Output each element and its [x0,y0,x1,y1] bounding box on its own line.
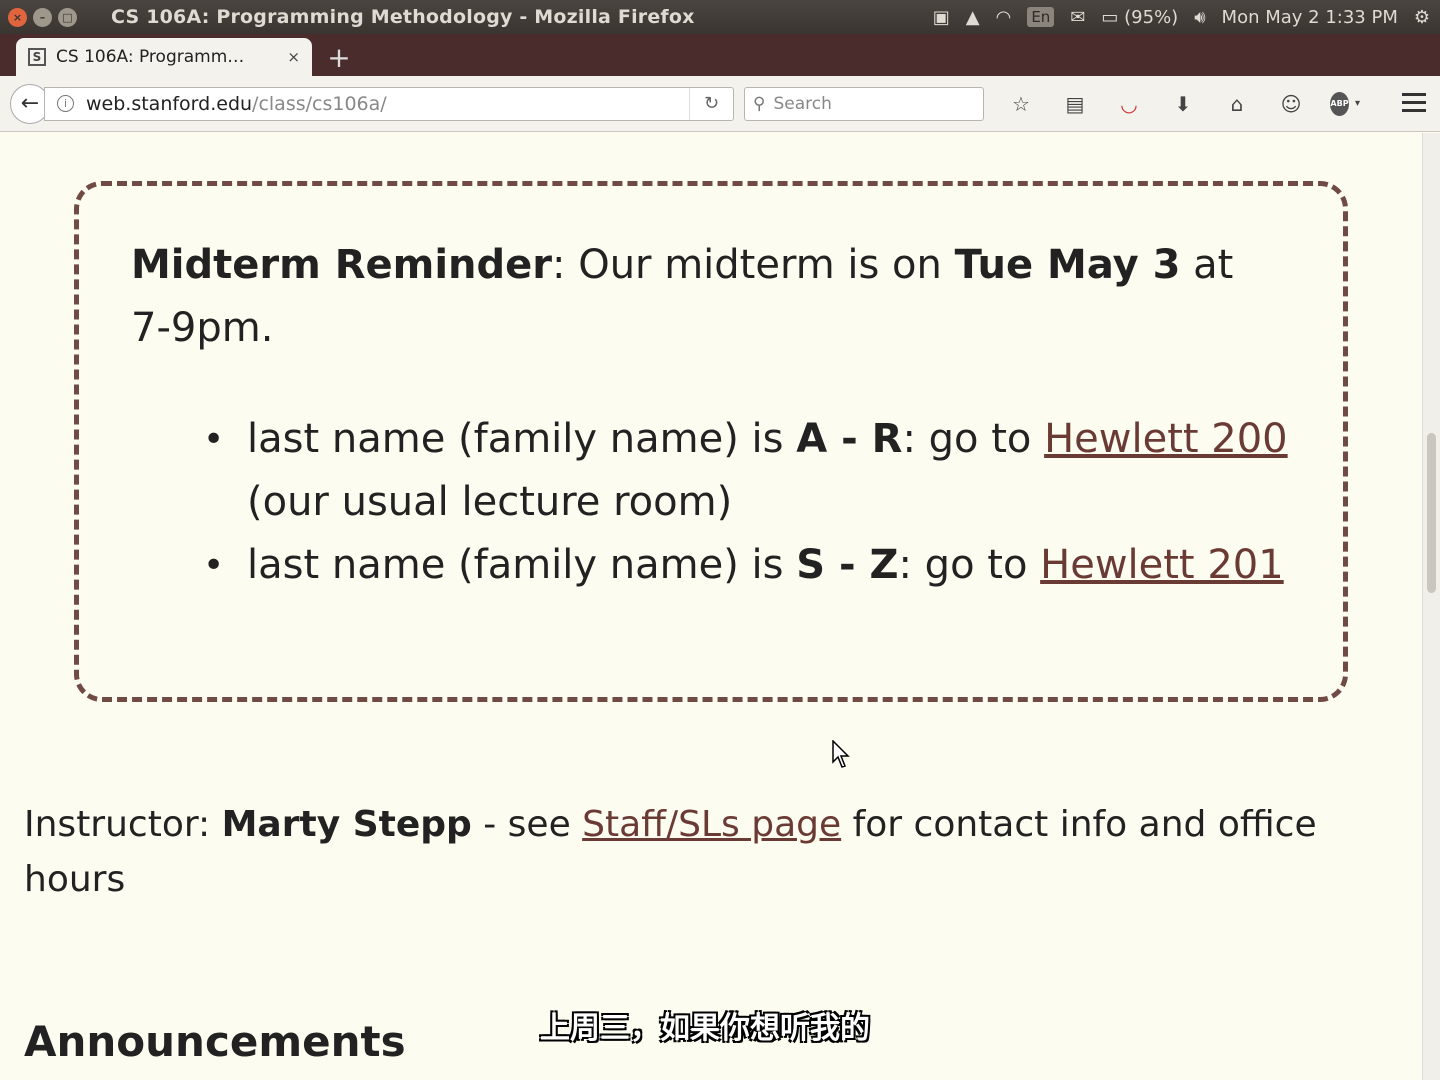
wifi-icon[interactable]: ◠ [996,7,1012,28]
search-input[interactable]: ⚲ Search [744,86,984,121]
navigation-bar: ← i web.stanford.edu/class/cs106a/ ↻ ⚲ S… [0,76,1440,132]
new-tab-button[interactable]: + [322,40,356,74]
search-icon: ⚲ [753,93,766,114]
system-tray: ▣ ▲ ◠ En ✉ ▭ (95%) 🔊︎ Mon May 2 1:33 PM … [933,0,1430,34]
mouse-cursor-icon [832,740,850,768]
bookmark-star-icon[interactable]: ☆ [1006,89,1036,119]
staff-page-link[interactable]: Staff/SLs page [582,804,841,845]
warning-icon[interactable]: ▲ [966,7,980,28]
reminder-title: Midterm Reminder [131,242,553,288]
clock[interactable]: Mon May 2 1:33 PM [1222,7,1398,28]
reload-icon[interactable]: ↻ [689,87,733,120]
midterm-reminder-text: Midterm Reminder: Our midterm is on Tue … [131,234,1251,360]
reminder-date: Tue May 3 [954,242,1181,288]
page-content: Midterm Reminder: Our midterm is on Tue … [0,133,1422,1080]
room-assignment-list: last name (family name) is A - R: go to … [201,408,1301,597]
url-host: web.stanford.edu [86,92,253,115]
tab-strip: S CS 106A: Programm… × + [0,34,1440,76]
stanford-favicon-icon: S [28,48,46,66]
downloads-icon[interactable]: ⬇ [1168,89,1198,119]
site-info-icon[interactable]: i [57,95,74,112]
toolbar-icons: ☆ ▤ ◡ ⬇ ⌂ ☺ ABP ▾ [1006,89,1360,119]
battery-indicator[interactable]: ▭ (95%) [1101,7,1178,28]
name-range: S - Z [796,542,899,588]
adblock-button[interactable]: ABP ▾ [1330,89,1360,119]
window-controls: × – □ [8,7,77,27]
name-range: A - R [796,416,903,462]
battery-percent: (95%) [1124,6,1179,28]
reading-list-icon[interactable]: ▤ [1060,89,1090,119]
hewlett-200-link[interactable]: Hewlett 200 [1044,416,1288,462]
hamburger-menu-icon[interactable] [1402,90,1426,114]
maximize-window-button[interactable]: □ [58,7,77,27]
system-top-panel: × – □ CS 106A: Programming Methodology -… [0,0,1440,34]
url-bar[interactable]: i web.stanford.edu/class/cs106a/ ↻ [44,86,734,121]
mail-icon[interactable]: ✉ [1070,7,1085,28]
volume-icon[interactable]: 🔊︎ [1194,7,1205,28]
pocket-icon[interactable]: ◡ [1114,89,1144,119]
adblock-dropdown-icon[interactable]: ▾ [1355,98,1360,109]
battery-icon: ▭ [1101,6,1119,28]
scrollbar-thumb[interactable] [1427,433,1436,593]
instructor-info: Instructor: Marty Stepp - see Staff/SLs … [24,804,1317,900]
search-placeholder: Search [773,93,832,114]
list-item: last name (family name) is A - R: go to … [201,408,1301,534]
video-subtitle: 上周三，如果你想听我的 [540,1011,870,1046]
vertical-scrollbar[interactable] [1422,133,1440,1080]
settings-gear-icon[interactable]: ⚙ [1414,7,1430,28]
url-text[interactable]: web.stanford.edu/class/cs106a/ [86,93,689,115]
hewlett-201-link[interactable]: Hewlett 201 [1040,542,1284,588]
camera-icon[interactable]: ▣ [933,7,950,28]
list-item: last name (family name) is S - Z: go to … [201,534,1301,597]
home-icon[interactable]: ⌂ [1222,89,1252,119]
tab-label: CS 106A: Programm… [56,47,245,67]
tab-close-icon[interactable]: × [287,48,300,66]
minimize-window-button[interactable]: – [33,7,52,27]
keyboard-language-indicator[interactable]: En [1027,7,1055,27]
reminder-intro: : Our midterm is on [552,242,955,288]
close-window-button[interactable]: × [8,7,27,27]
midterm-reminder-box: Midterm Reminder: Our midterm is on Tue … [74,181,1348,702]
chat-icon[interactable]: ☺ [1276,89,1306,119]
back-arrow-icon: ← [20,91,40,116]
window-title: CS 106A: Programming Methodology - Mozil… [111,6,695,28]
adblock-icon: ABP [1330,91,1349,116]
instructor-name: Marty Stepp [221,804,472,845]
announcements-heading: Announcements [24,1017,406,1066]
tab-cs106a[interactable]: S CS 106A: Programm… × [16,38,312,76]
url-path: /class/cs106a/ [252,92,387,115]
